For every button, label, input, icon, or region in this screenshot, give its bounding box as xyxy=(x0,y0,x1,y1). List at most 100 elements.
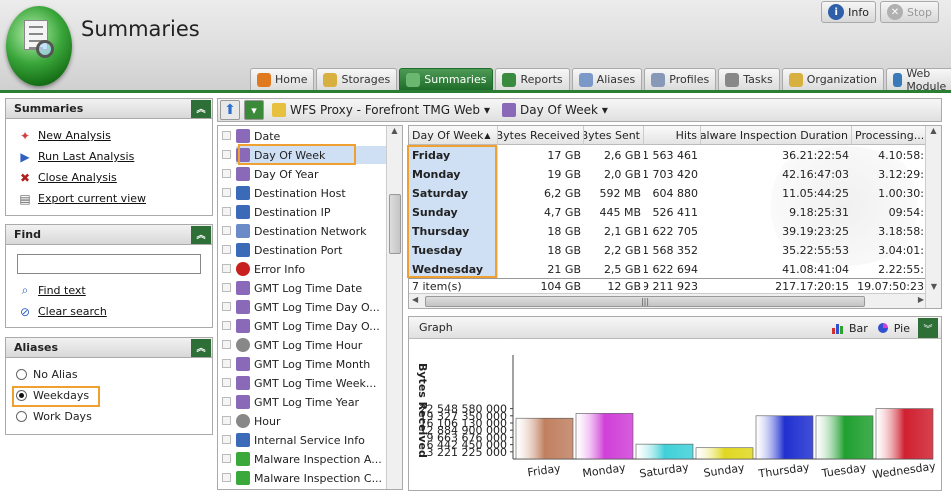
tree-item[interactable]: Hour xyxy=(222,412,281,430)
find-input[interactable] xyxy=(17,254,201,274)
close-analysis-link[interactable]: ✖ Close Analysis xyxy=(6,167,212,188)
tree-checkbox[interactable] xyxy=(222,454,231,463)
up-arrow-icon[interactable]: ⬆ xyxy=(220,100,240,120)
tree-item[interactable]: Destination Host xyxy=(222,184,346,202)
bar-monday[interactable] xyxy=(575,413,634,460)
tree-checkbox[interactable] xyxy=(222,264,231,273)
info-button[interactable]: i Info xyxy=(821,1,876,23)
tree-checkbox[interactable] xyxy=(222,473,231,482)
tree-item[interactable]: Destination Network xyxy=(222,222,367,240)
pie-chart-button[interactable]: Pie xyxy=(876,322,910,335)
tree-checkbox[interactable] xyxy=(222,226,231,235)
chevron-down-icon[interactable]: ▾ xyxy=(602,103,608,117)
column-header[interactable]: Bytes Sent xyxy=(584,126,644,145)
tab-profiles[interactable]: Profiles xyxy=(644,68,717,90)
tree-item[interactable]: GMT Log Time Day O... xyxy=(222,298,380,316)
tree-item[interactable]: GMT Log Time Day O... xyxy=(222,317,380,335)
view-breadcrumb[interactable]: Day Of Week ▾ xyxy=(498,103,612,117)
tree-item[interactable]: GMT Log Time Date xyxy=(222,279,362,297)
tab-tasks[interactable]: Tasks xyxy=(718,68,780,90)
tree-checkbox[interactable] xyxy=(222,378,231,387)
run-last-analysis-link[interactable]: ▶ Run Last Analysis xyxy=(6,146,212,167)
grid-hscroll-thumb[interactable]: ||| xyxy=(425,296,865,307)
scroll-down-icon[interactable]: ▼ xyxy=(926,282,941,291)
clear-search-link[interactable]: ⊘ Clear search xyxy=(6,301,212,322)
tree-checkbox[interactable] xyxy=(222,435,231,444)
tree-item[interactable]: Malware Inspection A... xyxy=(222,450,382,468)
column-header[interactable]: Hits xyxy=(644,126,701,145)
tree-item[interactable]: GMT Log Time Hour xyxy=(222,336,362,354)
tree-checkbox[interactable] xyxy=(222,321,231,330)
tree-checkbox[interactable] xyxy=(222,150,231,159)
radio-button[interactable] xyxy=(16,411,27,422)
tree-item[interactable]: Destination IP xyxy=(222,203,331,221)
tree-item[interactable]: GMT Log Time Week... xyxy=(222,374,376,392)
find-text-link[interactable]: ⌕ Find text xyxy=(6,280,212,301)
bar-sunday[interactable] xyxy=(695,447,754,460)
tab-home[interactable]: Home xyxy=(250,68,315,90)
tree-item[interactable]: Day Of Year xyxy=(222,165,319,183)
tab-web-module[interactable]: Web Module xyxy=(886,67,951,93)
column-header[interactable]: Processing... xyxy=(852,126,927,145)
tree-checkbox[interactable] xyxy=(222,245,231,254)
grid-vertical-scrollbar[interactable]: ▲ ▼ xyxy=(925,126,941,308)
table-row[interactable]: Sunday 4,7 GB 445 MB 526 411 9.18:25:31 09:54… xyxy=(409,203,927,222)
scroll-up-icon[interactable]: ▲ xyxy=(387,126,402,140)
tree-checkbox[interactable] xyxy=(222,416,231,425)
tree-item[interactable]: Day Of Week xyxy=(222,146,396,164)
table-row[interactable]: Monday 19 GB 2,0 GB 1 703 420 42.16:47:03 3.1… xyxy=(409,165,927,184)
tab-storages[interactable]: Storages xyxy=(316,68,398,90)
bar-chart-button[interactable]: Bar xyxy=(831,322,868,335)
tree-item[interactable]: Date xyxy=(222,127,280,145)
radio-button[interactable] xyxy=(16,390,27,401)
collapse-aliases-icon[interactable]: ︽ xyxy=(191,338,211,357)
tree-item[interactable]: GMT Log Time Year xyxy=(222,393,359,411)
tree-checkbox[interactable] xyxy=(222,302,231,311)
tree-checkbox[interactable] xyxy=(222,340,231,349)
add-dimension-icon[interactable]: ▾ xyxy=(244,100,264,120)
collapse-summaries-icon[interactable]: ︽ xyxy=(191,99,211,118)
tree-checkbox[interactable] xyxy=(222,359,231,368)
tab-reports[interactable]: Reports xyxy=(495,68,570,90)
tree-checkbox[interactable] xyxy=(222,131,231,140)
alias-option-work-days[interactable]: Work Days xyxy=(6,406,212,427)
bar-saturday[interactable] xyxy=(635,443,694,460)
source-breadcrumb[interactable]: WFS Proxy - Forefront TMG Web ▾ xyxy=(268,103,494,117)
table-row[interactable]: Friday 17 GB 2,6 GB 1 563 461 36.21:22:54 4.1… xyxy=(409,146,927,165)
scroll-right-icon[interactable]: ▶ xyxy=(918,295,924,304)
tree-item[interactable]: Malware Inspection C... xyxy=(222,469,382,487)
collapse-find-icon[interactable]: ︽ xyxy=(191,225,211,244)
tree-item[interactable]: Internal Service Info xyxy=(222,431,365,449)
table-row[interactable]: Thursday 18 GB 2,1 GB 1 622 705 39.19:23:25 3… xyxy=(409,222,927,241)
alias-option-no-alias[interactable]: No Alias xyxy=(6,364,212,385)
chevron-down-icon[interactable]: ▾ xyxy=(484,103,490,117)
table-row[interactable]: Wednesday 21 GB 2,5 GB 1 622 694 41.08:41:04… xyxy=(409,260,927,279)
alias-option-weekdays[interactable]: Weekdays xyxy=(6,385,212,406)
tree-checkbox[interactable] xyxy=(222,283,231,292)
table-row[interactable]: Tuesday 18 GB 2,2 GB 1 568 352 35.22:55:53 3.… xyxy=(409,241,927,260)
collapse-graph-icon[interactable]: ︾ xyxy=(918,318,938,338)
tree-checkbox[interactable] xyxy=(222,188,231,197)
tree-item[interactable]: Error Info xyxy=(222,260,305,278)
stop-button[interactable]: ✕ Stop xyxy=(879,1,939,23)
tree-item[interactable]: GMT Log Time Month xyxy=(222,355,370,373)
tree-checkbox[interactable] xyxy=(222,169,231,178)
tree-scrollbar[interactable]: ▲ xyxy=(386,126,402,489)
grid-horizontal-scrollbar[interactable]: ◀ ||| ▶ xyxy=(409,293,927,308)
bar-thursday[interactable] xyxy=(755,415,814,460)
tab-organization[interactable]: Organization xyxy=(781,68,885,90)
tab-summaries[interactable]: Summaries xyxy=(399,68,494,90)
tab-aliases[interactable]: Aliases xyxy=(571,68,643,90)
column-header[interactable]: Malware Inspection Duration xyxy=(701,126,852,145)
column-header[interactable]: Bytes Received xyxy=(498,126,584,145)
scroll-up-icon[interactable]: ▲ xyxy=(926,126,941,140)
bar-friday[interactable] xyxy=(515,417,574,460)
tree-scroll-thumb[interactable] xyxy=(389,194,401,254)
table-row[interactable]: Saturday 6,2 GB 592 MB 604 880 11.05:44:25 1.… xyxy=(409,184,927,203)
bar-wednesday[interactable] xyxy=(875,408,934,460)
tree-item[interactable]: Destination Port xyxy=(222,241,342,259)
tree-checkbox[interactable] xyxy=(222,397,231,406)
radio-button[interactable] xyxy=(16,369,27,380)
export-current-view-link[interactable]: ▤ Export current view xyxy=(6,188,212,209)
scroll-left-icon[interactable]: ◀ xyxy=(412,295,418,304)
